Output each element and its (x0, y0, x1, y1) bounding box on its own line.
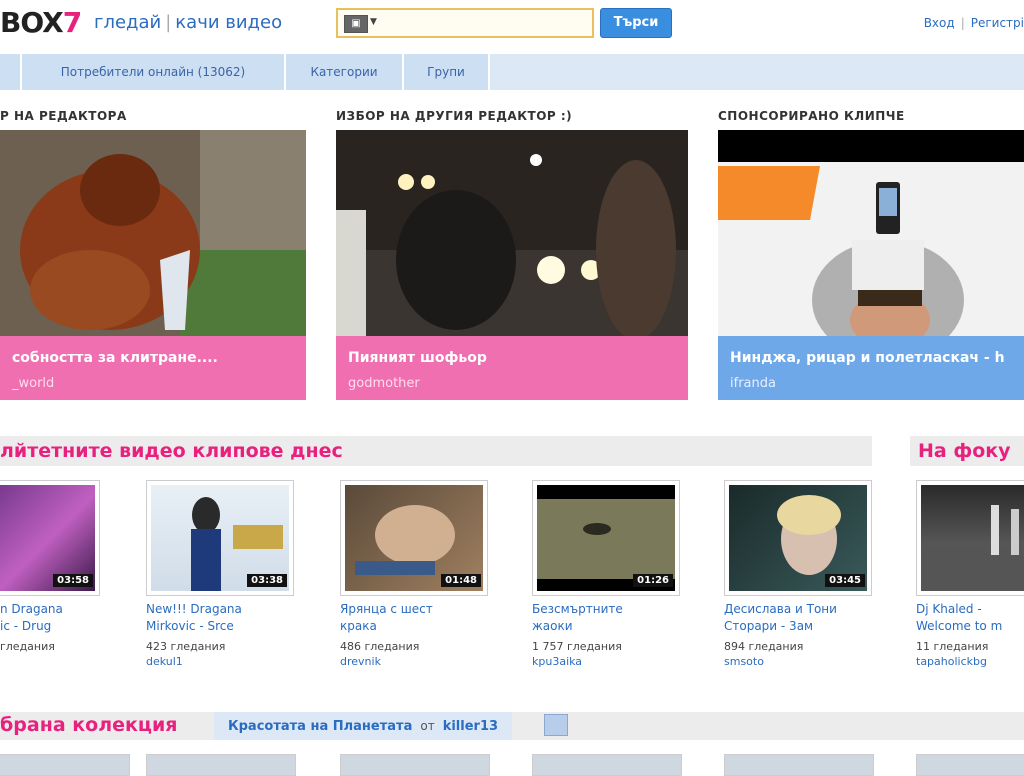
featured-user[interactable]: _world (12, 376, 54, 391)
video-duration: 03:45 (825, 574, 865, 587)
featured-caption: Пияният шофьор godmother (336, 336, 688, 400)
featured-title[interactable]: Нинджа, рицар и полетласкач - h (730, 350, 1005, 366)
search-button[interactable]: Търси (600, 8, 672, 38)
featured-title[interactable]: собността за клитране.... (12, 350, 218, 366)
grid-icon[interactable] (544, 714, 568, 736)
video-views: гледания (0, 640, 55, 653)
featured-card[interactable]: Пияният шофьор godmother (336, 130, 688, 400)
editor-pick-heading: Р НА РЕДАКТОРА (0, 109, 127, 123)
video-user[interactable]: smsoto (724, 655, 874, 668)
video-views: 1 757 гледания (532, 640, 622, 653)
watch-link[interactable]: гледай (94, 12, 161, 33)
featured-caption: собността за клитране.... _world (0, 336, 306, 400)
focus-heading: На фоку (918, 440, 1011, 462)
upload-link[interactable]: качи видео (175, 12, 282, 33)
featured-user[interactable]: godmother (348, 376, 420, 391)
video-user[interactable]: drevnik (340, 655, 490, 668)
featured-card[interactable]: Нинджа, рицар и полетласкач - h ifranda (718, 130, 1024, 400)
popular-heading: лйтетните видео клипове днес (0, 440, 343, 462)
site-header: BOX7 гледай | качи видео ▣ ▼ Търси Вход | Ре… (0, 0, 1024, 50)
video-views: 894 гледания (724, 640, 804, 653)
video-title[interactable]: Ярянца с шест крака (340, 601, 490, 635)
main-nav: Потребители онлайн (13062) Категории Гру… (0, 54, 1024, 90)
featured-caption: Нинджа, рицар и полетласкач - h ifranda (718, 336, 1024, 400)
collection-info: Красотата на Планетата от killer13 (214, 712, 513, 740)
video-thumbnail[interactable]: 01:26 (532, 480, 680, 596)
collection-by: от (420, 719, 435, 733)
video-thumbnail[interactable]: 03:45 (724, 480, 872, 596)
other-editor-pick-heading: ИЗБОР НА ДРУГИЯ РЕДАКТОР :) (336, 109, 573, 123)
featured-thumbnail[interactable] (718, 130, 1024, 336)
video-views: 11 гледания (916, 640, 989, 653)
video-thumbnail[interactable]: 03:38 (146, 480, 294, 596)
video-title[interactable]: Десислава и Тони Сторари - 3ам (724, 601, 874, 635)
collection-thumbnail[interactable] (0, 754, 130, 776)
video-thumbnail[interactable]: 01:48 (340, 480, 488, 596)
video-views: 486 гледания (340, 640, 420, 653)
collection-thumbnail[interactable] (724, 754, 874, 776)
video-thumbnail[interactable] (916, 480, 1024, 596)
featured-title[interactable]: Пияният шофьор (348, 350, 487, 366)
tab-categories[interactable]: Категории (286, 54, 404, 90)
site-logo[interactable]: BOX7 (0, 6, 82, 39)
collection-thumbnail[interactable] (146, 754, 296, 776)
featured-user[interactable]: ifranda (730, 376, 776, 391)
tab-groups[interactable]: Групи (404, 54, 490, 90)
video-user[interactable]: tapaholickbg (916, 655, 1024, 668)
collection-name[interactable]: Красотата на Планетата (228, 719, 412, 734)
featured-thumbnail[interactable] (0, 130, 306, 336)
tab-users-online[interactable]: Потребители онлайн (13062) (22, 54, 286, 90)
featured-card[interactable]: собността за клитране.... _world (0, 130, 306, 400)
video-title[interactable]: n Dragana ic - Drug (0, 601, 150, 635)
video-thumbnail[interactable]: 03:58 (0, 480, 100, 596)
video-title[interactable]: New!!! Dragana Mirkovic - Srce (146, 601, 296, 635)
video-views: 423 гледания (146, 640, 226, 653)
video-title[interactable]: Безсмъртните жаоки (532, 601, 682, 635)
video-title[interactable]: Dj Khaled - Welcome to m (916, 601, 1024, 635)
account-links: Вход | Регистрі (923, 16, 1024, 30)
tagline: гледай | качи видео (94, 12, 283, 33)
collection-thumbnail[interactable] (532, 754, 682, 776)
tab-home[interactable] (0, 54, 22, 90)
search-box[interactable]: ▣ ▼ (336, 8, 594, 38)
video-mode-icon[interactable]: ▣ (344, 15, 368, 33)
collection-heading: брана колекция (0, 714, 178, 736)
video-duration: 03:38 (247, 574, 287, 587)
collection-author[interactable]: killer13 (443, 719, 498, 734)
featured-thumbnail[interactable] (336, 130, 688, 336)
register-link[interactable]: Регистрі (971, 16, 1024, 30)
video-duration: 01:26 (633, 574, 673, 587)
sponsored-heading: СПОНСОРИРАНО КЛИПЧЕ (718, 109, 905, 123)
video-user[interactable]: dekul1 (146, 655, 296, 668)
video-user[interactable]: kpu3aika (532, 655, 682, 668)
login-link[interactable]: Вход (924, 16, 955, 30)
video-duration: 01:48 (441, 574, 481, 587)
search-input[interactable] (386, 13, 590, 35)
chevron-down-icon[interactable]: ▼ (370, 17, 377, 27)
collection-thumbnail[interactable] (916, 754, 1024, 776)
video-duration: 03:58 (53, 574, 93, 587)
collection-thumbnail[interactable] (340, 754, 490, 776)
